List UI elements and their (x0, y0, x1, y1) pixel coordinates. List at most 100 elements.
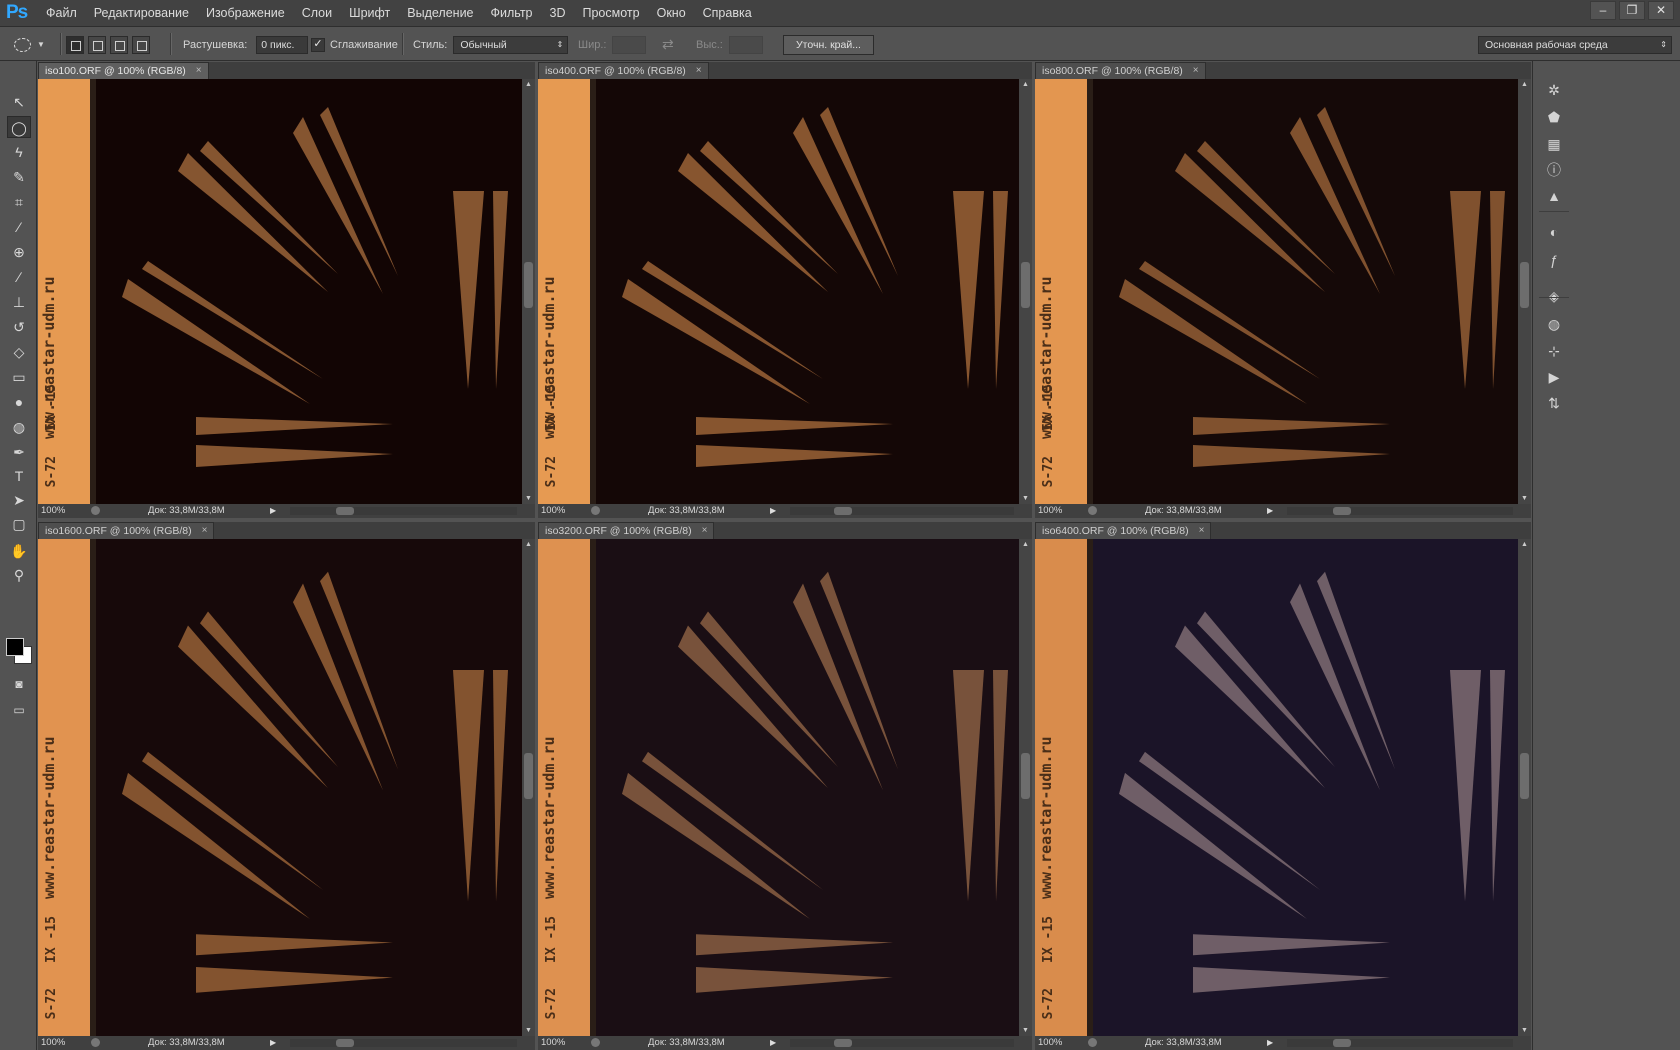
vertical-scrollbar[interactable]: ▲ ▼ (1019, 539, 1032, 1036)
navigator-icon[interactable]: ✲ (1543, 79, 1565, 101)
horizontal-scrollbar[interactable] (790, 507, 1014, 515)
close-button[interactable]: ✕ (1648, 1, 1674, 20)
close-tab-icon[interactable]: × (1199, 523, 1205, 539)
play-icon[interactable]: ▶ (770, 504, 776, 518)
scroll-down-icon[interactable]: ▼ (1521, 495, 1528, 502)
subtract-from-selection-button[interactable] (110, 35, 128, 54)
swatches-icon[interactable]: ▦ (1543, 133, 1565, 155)
intersect-selection-button[interactable] (132, 35, 150, 54)
scroll-down-icon[interactable]: ▼ (1022, 495, 1029, 502)
menu-item[interactable]: Просмотр (583, 0, 648, 26)
close-tab-icon[interactable]: × (202, 523, 208, 539)
scroll-down-icon[interactable]: ▼ (525, 1027, 532, 1034)
horizontal-scroll-thumb[interactable] (1333, 507, 1351, 515)
document-tab[interactable]: iso6400.ORF @ 100% (RGB/8) × (1035, 522, 1212, 539)
paths-icon[interactable]: ⊹ (1543, 340, 1565, 362)
menu-item[interactable]: Фильтр (491, 0, 541, 26)
scroll-thumb[interactable] (1520, 262, 1529, 308)
horizontal-scrollbar[interactable] (290, 1039, 517, 1047)
color-icon[interactable]: ⬟ (1543, 106, 1565, 128)
scroll-up-icon[interactable]: ▲ (1521, 81, 1528, 88)
new-selection-button[interactable] (66, 35, 84, 54)
zoom-level[interactable]: 100% (541, 504, 565, 518)
brush-tool[interactable]: ∕ (7, 266, 31, 288)
screen-mode-icon[interactable]: ▭ (7, 699, 31, 721)
menu-item[interactable]: Шрифт (349, 0, 398, 26)
vertical-scrollbar[interactable]: ▲ ▼ (1518, 79, 1531, 504)
document-info-icon[interactable] (1088, 506, 1097, 515)
layers-icon[interactable]: ◈ (1543, 285, 1565, 307)
scroll-down-icon[interactable]: ▼ (1022, 1027, 1029, 1034)
scroll-up-icon[interactable]: ▲ (1521, 541, 1528, 548)
path-selection-tool[interactable]: ➤ (7, 489, 31, 511)
adjustments-icon[interactable]: ◐ (1543, 221, 1565, 243)
zoom-level[interactable]: 100% (41, 1036, 65, 1050)
scroll-up-icon[interactable]: ▲ (525, 541, 532, 548)
horizontal-scrollbar[interactable] (1287, 1039, 1513, 1047)
tool-preset-picker[interactable]: ▼ (14, 27, 45, 62)
menu-item[interactable]: 3D (550, 0, 574, 26)
document-info-icon[interactable] (91, 506, 100, 515)
horizontal-scroll-thumb[interactable] (834, 1039, 852, 1047)
document-tab[interactable]: iso3200.ORF @ 100% (RGB/8) × (538, 522, 715, 539)
zoom-level[interactable]: 100% (1038, 504, 1062, 518)
document-info-icon[interactable] (591, 1038, 600, 1047)
horizontal-scroll-thumb[interactable] (336, 507, 354, 515)
scroll-up-icon[interactable]: ▲ (1022, 541, 1029, 548)
document-tab[interactable]: iso800.ORF @ 100% (RGB/8) × (1035, 62, 1206, 79)
zoom-tool[interactable]: ⚲ (7, 564, 31, 586)
image-canvas[interactable]: www.reastar-udm.ru IX -15 S-72 (1035, 539, 1518, 1036)
lasso-tool[interactable]: ϟ (7, 141, 31, 163)
horizontal-scroll-thumb[interactable] (834, 507, 852, 515)
image-canvas[interactable]: www.reastar-udm.ru IX -15 S-72 (38, 539, 522, 1036)
scroll-up-icon[interactable]: ▲ (525, 81, 532, 88)
clone-stamp-tool[interactable]: ⊥ (7, 291, 31, 313)
horizontal-scroll-thumb[interactable] (336, 1039, 354, 1047)
document-info-icon[interactable] (91, 1038, 100, 1047)
scroll-up-icon[interactable]: ▲ (1022, 81, 1029, 88)
gradient-tool[interactable]: ▭ (7, 366, 31, 388)
histogram-icon[interactable]: ▲ (1543, 185, 1565, 207)
image-canvas[interactable]: www.reastar-udm.ru IX -15 S-72 (1035, 79, 1518, 504)
image-canvas[interactable]: www.reastar-udm.ru IX -15 S-72 (538, 79, 1019, 504)
close-tab-icon[interactable]: × (696, 63, 702, 79)
add-to-selection-button[interactable] (88, 35, 106, 54)
blur-tool[interactable]: ● (7, 391, 31, 413)
horizontal-scrollbar[interactable] (290, 507, 517, 515)
close-tab-icon[interactable]: × (702, 523, 708, 539)
workspace-select[interactable]: Основная рабочая среда ⇕ (1478, 35, 1672, 54)
vertical-scrollbar[interactable]: ▲ ▼ (522, 79, 535, 504)
menu-item[interactable]: Окно (657, 0, 694, 26)
width-input[interactable] (612, 35, 647, 54)
pen-tool[interactable]: ✒ (7, 441, 31, 463)
spot-healing-tool[interactable]: ⊕ (7, 241, 31, 263)
move-tool[interactable]: ↖ (7, 91, 31, 113)
quick-mask-icon[interactable]: ◙ (7, 673, 31, 695)
info-icon[interactable]: ⓘ (1543, 159, 1565, 181)
horizontal-scrollbar[interactable] (790, 1039, 1014, 1047)
horizontal-scroll-thumb[interactable] (1333, 1039, 1351, 1047)
play-icon[interactable]: ▶ (1267, 1036, 1273, 1050)
dodge-tool[interactable]: ◍ (7, 416, 31, 438)
image-canvas[interactable]: www.reastar-udm.ru IX -15 S-72 (38, 79, 522, 504)
close-tab-icon[interactable]: × (196, 63, 202, 79)
document-tab[interactable]: iso100.ORF @ 100% (RGB/8) × (38, 62, 209, 79)
menu-item[interactable]: Изображение (206, 0, 293, 26)
actions-icon[interactable]: ▶ (1543, 366, 1565, 388)
height-input[interactable] (728, 35, 763, 54)
rectangle-tool[interactable]: ▢ (7, 513, 31, 535)
quick-selection-tool[interactable]: ✎ (7, 166, 31, 188)
menu-item[interactable]: Выделение (407, 0, 481, 26)
vertical-scrollbar[interactable]: ▲ ▼ (522, 539, 535, 1036)
styles-icon[interactable]: ƒ (1543, 249, 1565, 271)
vertical-scrollbar[interactable]: ▲ ▼ (1518, 539, 1531, 1036)
scroll-thumb[interactable] (1021, 262, 1030, 308)
document-tab[interactable]: iso400.ORF @ 100% (RGB/8) × (538, 62, 709, 79)
menu-item[interactable]: Редактирование (94, 0, 197, 26)
scroll-thumb[interactable] (1520, 753, 1529, 799)
document-tab[interactable]: iso1600.ORF @ 100% (RGB/8) × (38, 522, 215, 539)
play-icon[interactable]: ▶ (770, 1036, 776, 1050)
zoom-level[interactable]: 100% (1038, 1036, 1062, 1050)
image-canvas[interactable]: www.reastar-udm.ru IX -15 S-72 (538, 539, 1019, 1036)
play-icon[interactable]: ▶ (1267, 504, 1273, 518)
